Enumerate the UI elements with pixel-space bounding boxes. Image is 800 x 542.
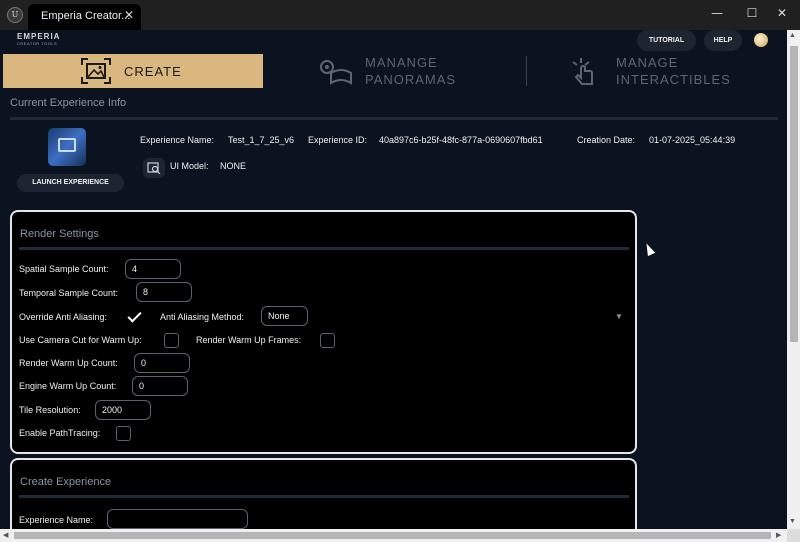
window-titlebar: U Emperia Creator... ✕ — ☐ ✕ xyxy=(0,0,800,30)
ui-model-value: NONE xyxy=(220,161,247,171)
warmup-frames-label: Render Warm Up Frames: xyxy=(196,335,302,345)
unreal-logo-icon: U xyxy=(7,7,23,23)
panorama-settings-icon xyxy=(320,60,352,85)
pathtracing-checkbox[interactable] xyxy=(116,426,131,441)
ui-model-search-icon xyxy=(147,162,161,175)
tab-title: Emperia Creator... xyxy=(41,10,131,22)
divider xyxy=(10,117,778,120)
warmup-frames-checkbox[interactable] xyxy=(320,333,335,348)
experience-name-label: Experience Name: xyxy=(140,135,215,145)
help-button[interactable]: HELP xyxy=(704,30,742,51)
avatar[interactable] xyxy=(754,33,768,47)
temporal-sample-label: Temporal Sample Count: xyxy=(19,288,119,298)
horizontal-scrollbar[interactable]: ◀ ▶ xyxy=(0,529,787,542)
main-nav: CREATE MANANGE PANORAMAS MANAGE INTERACT… xyxy=(0,54,787,88)
experience-name-value: Test_1_7_25_v6 xyxy=(228,135,295,145)
tab-manage-interactibles[interactable]: MANAGE INTERACTIBLES xyxy=(527,54,787,88)
render-warmup-label: Render Warm Up Count: xyxy=(19,358,118,368)
create-experience-title: Create Experience xyxy=(20,476,112,488)
app-header: EMPERIA CREATOR TOOLS TUTORIAL HELP xyxy=(0,30,787,54)
experience-thumbnail xyxy=(48,128,86,166)
tile-resolution-label: Tile Resolution: xyxy=(19,405,81,415)
scroll-right-icon[interactable]: ▶ xyxy=(776,531,781,539)
experience-id-label: Experience ID: xyxy=(308,135,368,145)
scroll-up-icon[interactable]: ▲ xyxy=(789,32,796,39)
scrollbar-corner xyxy=(787,529,800,542)
tab-create[interactable]: CREATE xyxy=(3,54,263,88)
render-warmup-input[interactable] xyxy=(134,353,190,373)
vertical-scrollbar[interactable]: ▲ ▼ xyxy=(787,30,800,529)
camera-cut-checkbox[interactable] xyxy=(164,333,179,348)
chevron-down-icon[interactable]: ▼ xyxy=(615,312,623,321)
pathtracing-label: Enable PathTracing: xyxy=(19,428,101,438)
scroll-left-icon[interactable]: ◀ xyxy=(3,531,8,539)
engine-warmup-input[interactable] xyxy=(132,376,188,396)
render-settings-title: Render Settings xyxy=(20,228,99,240)
logo-subtitle: CREATOR TOOLS xyxy=(17,41,58,46)
horizontal-scroll-thumb[interactable] xyxy=(14,532,771,539)
experience-name-input[interactable] xyxy=(107,509,248,529)
tab-manage-panoramas-label: MANANGE PANORAMAS xyxy=(365,55,457,87)
divider xyxy=(19,495,629,498)
creation-date-label: Creation Date: xyxy=(577,135,636,145)
scroll-down-icon[interactable]: ▼ xyxy=(789,518,796,525)
ui-model-label: UI Model: xyxy=(170,161,209,171)
browser-tab[interactable]: Emperia Creator... ✕ xyxy=(28,4,141,30)
close-window-button[interactable]: ✕ xyxy=(767,4,797,24)
emperia-logo: EMPERIA xyxy=(17,32,61,41)
override-aa-checkbox[interactable] xyxy=(126,309,141,324)
launch-experience-button[interactable]: LAUNCH EXPERIENCE xyxy=(17,174,124,192)
aa-method-label: Anti Aliasing Method: xyxy=(160,312,245,322)
image-frame-icon xyxy=(81,58,111,84)
maximize-button[interactable]: ☐ xyxy=(737,4,767,24)
hand-tap-icon xyxy=(572,58,593,85)
ui-model-icon[interactable] xyxy=(143,158,165,178)
tile-resolution-input[interactable] xyxy=(95,400,151,420)
main-content: Current Experience Info LAUNCH EXPERIENC… xyxy=(0,88,787,529)
aa-method-select[interactable]: None xyxy=(261,306,308,326)
tab-create-label: CREATE xyxy=(124,64,182,79)
spatial-sample-input[interactable] xyxy=(125,259,181,279)
camera-cut-label: Use Camera Cut for Warm Up: xyxy=(19,335,142,345)
experience-name-field-label: Experience Name: xyxy=(19,515,94,525)
close-icon[interactable]: ✕ xyxy=(124,8,134,22)
temporal-sample-input[interactable] xyxy=(136,282,192,302)
minimize-button[interactable]: — xyxy=(702,4,732,24)
creation-date-value: 01-07-2025_05:44:39 xyxy=(649,135,736,145)
engine-warmup-label: Engine Warm Up Count: xyxy=(19,381,117,391)
section-title: Current Experience Info xyxy=(10,97,127,109)
experience-id-value: 40a897c6-b25f-48fc-877a-0690607fbd61 xyxy=(379,135,543,145)
tab-manage-panoramas[interactable]: MANANGE PANORAMAS xyxy=(264,54,525,88)
divider xyxy=(19,247,629,250)
tutorial-button[interactable]: TUTORIAL xyxy=(637,30,696,51)
tab-manage-interactibles-label: MANAGE INTERACTIBLES xyxy=(616,55,731,87)
override-aa-label: Override Anti Aliasing: xyxy=(19,312,108,322)
create-experience-panel: Create Experience xyxy=(10,458,637,529)
spatial-sample-label: Spatial Sample Count: xyxy=(19,264,109,274)
vertical-scroll-thumb[interactable] xyxy=(790,46,798,342)
